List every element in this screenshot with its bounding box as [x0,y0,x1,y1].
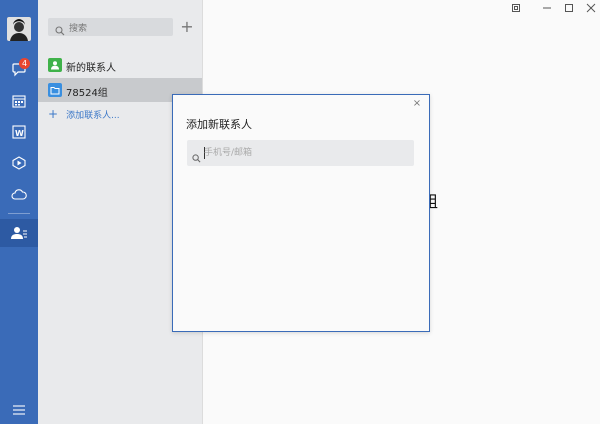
nav-rail: 4 W [0,0,38,424]
list-item-label: 新的联系人 [66,63,116,74]
unread-badge: 4 [19,58,30,69]
close-window-icon[interactable] [585,3,597,15]
plus-icon: + [48,107,59,121]
video-icon[interactable] [9,153,29,173]
dialog-title: 添加新联系人 [186,118,252,131]
folder-icon [48,83,62,97]
contacts-icon[interactable] [9,223,29,243]
menu-icon[interactable] [9,400,29,420]
dialog-close-button[interactable]: × [411,98,423,110]
new-contact-icon [48,58,62,72]
search-icon [55,21,65,40]
rail-divider [8,213,30,214]
search-box[interactable]: 搜索 [48,18,173,36]
minimize-icon[interactable] [541,3,553,15]
pin-icon[interactable] [510,3,522,15]
avatar[interactable] [7,17,31,41]
list-item-label: 78524组 [66,88,108,99]
search-placeholder: 搜索 [69,24,88,34]
add-button[interactable]: + [178,17,196,37]
phone-email-search-field[interactable] [187,140,414,166]
list-item-new-contacts[interactable]: 新的联系人 [38,53,202,77]
search-icon [192,148,201,167]
maximize-icon[interactable] [563,3,575,15]
add-contact-dialog: × 添加新联系人 [172,94,430,332]
add-contact-label: 添加联系人... [66,111,120,121]
add-contact-link[interactable]: + 添加联系人... [48,107,120,121]
svg-text:W: W [15,129,24,138]
phone-email-input[interactable] [204,144,404,162]
calendar-icon[interactable] [9,91,29,111]
word-doc-icon[interactable]: W [9,122,29,142]
cloud-icon[interactable] [9,185,29,205]
